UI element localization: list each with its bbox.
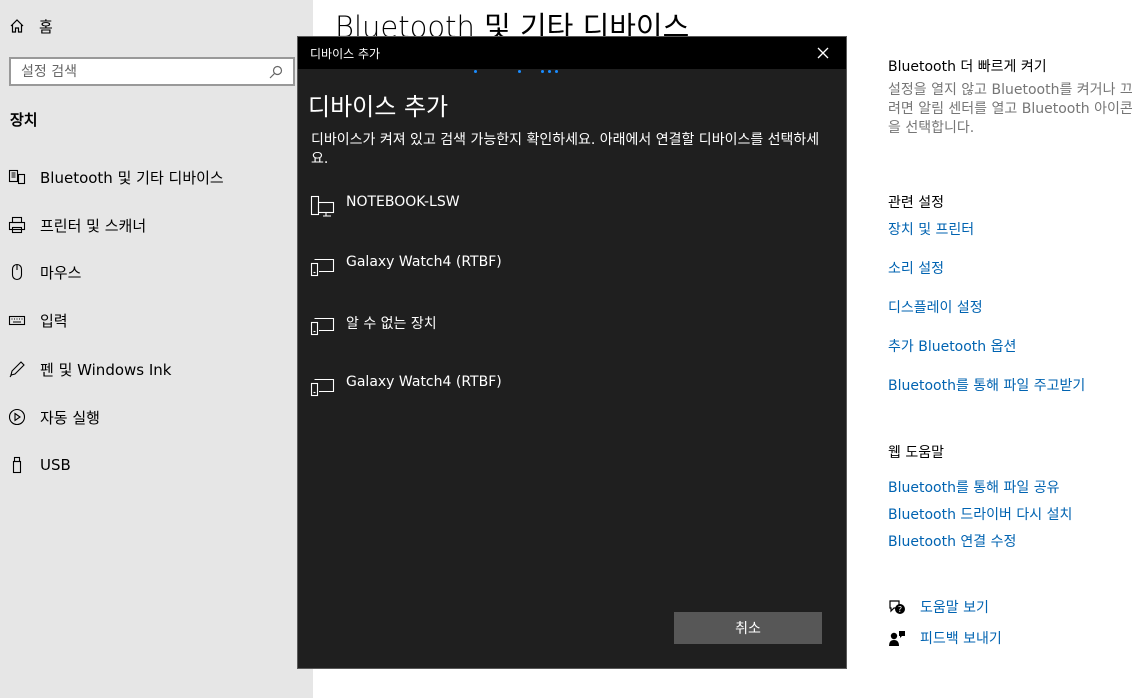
web-help-title: 웹 도움말 xyxy=(888,445,944,461)
link-devices-printers[interactable]: 장치 및 프린터 xyxy=(888,219,974,239)
sidebar-item-label: 펜 및 Windows Ink xyxy=(40,360,172,379)
svg-text:?: ? xyxy=(898,605,902,614)
keyboard-icon xyxy=(8,311,26,329)
mouse-icon xyxy=(8,263,26,281)
quick-bluetooth-text: 설정을 열지 않고 Bluetooth를 켜거나 끄려면 알림 센터를 열고 B… xyxy=(888,82,1133,136)
sidebar-item-printers[interactable]: 프린터 및 스캐너 xyxy=(0,205,313,245)
sidebar-item-typing[interactable]: 입력 xyxy=(0,300,313,340)
device-list-item[interactable]: 알 수 없는 장치 xyxy=(310,313,830,339)
bluetooth-devices-icon xyxy=(8,168,26,186)
sidebar-item-label: 자동 실행 xyxy=(40,408,100,427)
dialog-description: 디바이스가 켜져 있고 검색 가능한지 확인하세요. 아래에서 연결할 디바이스… xyxy=(311,132,820,167)
sidebar-item-label: Bluetooth 및 기타 디바이스 xyxy=(40,168,224,187)
get-help-link[interactable]: ? 도움말 보기 xyxy=(888,597,989,617)
close-icon xyxy=(817,47,829,59)
search-input[interactable] xyxy=(21,63,269,80)
link-bluetooth-file-transfer[interactable]: Bluetooth를 통해 파일 주고받기 xyxy=(888,375,1085,395)
usb-icon xyxy=(8,456,26,474)
sidebar-item-autoplay[interactable]: 자동 실행 xyxy=(0,397,313,437)
link-fix-connection[interactable]: Bluetooth 연결 수정 xyxy=(888,531,1016,551)
sidebar-item-label: 프린터 및 스캐너 xyxy=(40,216,147,235)
link-share-files[interactable]: Bluetooth를 통해 파일 공유 xyxy=(888,477,1059,497)
sidebar-item-label: USB xyxy=(40,456,71,474)
device-name: 알 수 없는 장치 xyxy=(346,316,437,332)
dialog-window-title: 디바이스 추가 xyxy=(310,47,381,61)
help-icon: ? xyxy=(889,600,905,614)
feedback-label: 피드백 보내기 xyxy=(920,631,1002,647)
dialog-heading: 디바이스 추가 xyxy=(308,93,449,121)
quick-bluetooth-title: Bluetooth 더 빠르게 켜기 xyxy=(888,59,1047,75)
sidebar-item-mouse[interactable]: 마우스 xyxy=(0,252,313,292)
progress-dot xyxy=(555,70,558,73)
device-list-item[interactable]: NOTEBOOK-LSW xyxy=(310,194,830,220)
close-button[interactable] xyxy=(800,37,846,69)
progress-dot xyxy=(474,70,477,73)
sidebar-item-bluetooth[interactable]: Bluetooth 및 기타 디바이스 xyxy=(0,157,313,197)
home-nav-item[interactable]: 홈 xyxy=(9,14,53,38)
searching-progress-indicator xyxy=(298,69,846,75)
cancel-button[interactable]: 취소 xyxy=(674,612,822,644)
pen-icon xyxy=(8,360,26,378)
printer-icon xyxy=(8,216,26,234)
autoplay-icon xyxy=(8,408,26,426)
settings-search-box[interactable] xyxy=(9,57,295,86)
sidebar-item-label: 입력 xyxy=(40,311,68,330)
device-name: Galaxy Watch4 (RTBF) xyxy=(346,374,502,390)
search-icon[interactable] xyxy=(269,65,283,79)
link-more-bluetooth-options[interactable]: 추가 Bluetooth 옵션 xyxy=(888,336,1016,356)
device-icon xyxy=(310,317,335,336)
home-label: 홈 xyxy=(39,17,53,36)
add-device-dialog: 디바이스 추가 디바이스 추가 디바이스가 켜져 있고 검색 가능한지 확인하세… xyxy=(297,36,847,669)
progress-dot xyxy=(518,70,521,73)
device-icon xyxy=(310,378,335,397)
device-list-item[interactable]: Galaxy Watch4 (RTBF) xyxy=(310,374,830,400)
link-display-settings[interactable]: 디스플레이 설정 xyxy=(888,297,983,317)
progress-dot xyxy=(541,70,544,73)
settings-sidebar: 홈 장치 Bluetooth 및 기타 디바이스 프린터 및 스캐너 xyxy=(0,0,313,698)
device-name: Galaxy Watch4 (RTBF) xyxy=(346,254,502,270)
link-sound-settings[interactable]: 소리 설정 xyxy=(888,258,944,278)
sidebar-item-label: 마우스 xyxy=(40,263,82,282)
progress-dot xyxy=(548,70,551,73)
device-list-item[interactable]: Galaxy Watch4 (RTBF) xyxy=(310,254,830,280)
sidebar-item-usb[interactable]: USB xyxy=(0,445,313,485)
dialog-titlebar: 디바이스 추가 xyxy=(298,37,846,69)
device-name: NOTEBOOK-LSW xyxy=(346,194,460,210)
sidebar-item-pen[interactable]: 펜 및 Windows Ink xyxy=(0,349,313,389)
feedback-icon xyxy=(889,631,905,646)
related-settings-title: 관련 설정 xyxy=(888,195,944,211)
section-title: 장치 xyxy=(10,111,38,129)
device-icon xyxy=(310,258,335,277)
computer-icon xyxy=(310,195,335,217)
home-icon xyxy=(10,19,24,33)
help-label: 도움말 보기 xyxy=(920,600,989,616)
send-feedback-link[interactable]: 피드백 보내기 xyxy=(888,628,1002,648)
link-reinstall-driver[interactable]: Bluetooth 드라이버 다시 설치 xyxy=(888,504,1072,524)
